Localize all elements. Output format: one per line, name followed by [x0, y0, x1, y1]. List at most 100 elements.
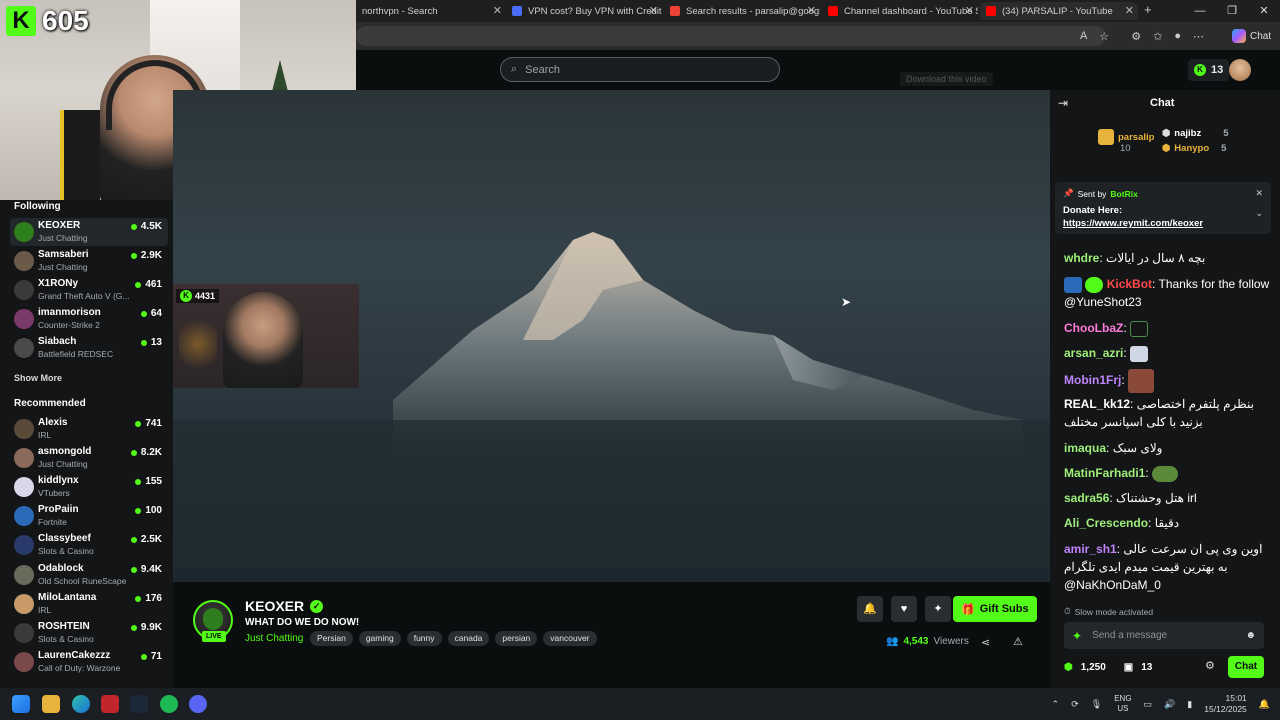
stream-category[interactable]: Just Chatting [245, 633, 303, 644]
volume-icon[interactable]: 🔊 [1164, 699, 1175, 710]
pinned-message[interactable]: 📌 Sent by BotRix Donate Here: https://ww… [1055, 182, 1271, 234]
steam-icon[interactable] [130, 695, 148, 713]
sparkle-icon[interactable]: ✦ [1072, 629, 1082, 643]
tag[interactable]: funny [406, 631, 442, 646]
tag[interactable]: canada [447, 631, 490, 646]
chat-username[interactable]: imaqua [1064, 441, 1106, 455]
search-input[interactable]: ⌕ Search [500, 57, 780, 82]
display-icon[interactable]: ▭ [1144, 699, 1153, 710]
chat-username[interactable]: REAL_kk12 [1064, 397, 1130, 411]
close-icon[interactable]: ✕ [1125, 4, 1134, 17]
battery-icon[interactable]: ▮ [1187, 699, 1192, 710]
browser-tab[interactable]: Channel dashboard - YouTube St... ✕ [822, 2, 978, 20]
channel-category: Fortnite [38, 517, 67, 527]
collections-icon[interactable]: ✩ [1153, 30, 1162, 43]
close-icon[interactable]: ✕ [965, 4, 974, 17]
browser-tab[interactable]: Search results - parsalip@google... ✕ [664, 2, 820, 20]
tag[interactable]: vancouver [543, 631, 597, 646]
browser-tab[interactable]: northvpn - Search ✕ [356, 2, 506, 20]
more-icon[interactable]: ⋯ [1193, 30, 1204, 43]
points-badge[interactable]: K 13 [1188, 59, 1230, 81]
viewers-icon: 👥 [886, 636, 899, 647]
emoji-icon[interactable]: ☻ [1245, 630, 1256, 641]
gift-subs-button[interactable]: 🎁 Gift Subs [953, 596, 1037, 622]
chat-username[interactable]: arsan_azri [1064, 346, 1123, 360]
sidebar-channel[interactable]: MiloLantana IRL 176 [10, 590, 168, 618]
tag[interactable]: Persian [310, 631, 353, 646]
sidebar-channel[interactable]: kiddlynx VTubers 155 [10, 473, 168, 501]
chat-username[interactable]: amir_sh1 [1064, 542, 1117, 556]
file-explorer-icon[interactable] [42, 695, 60, 713]
language-indicator[interactable]: ENG US [1114, 694, 1131, 714]
leader-entry[interactable]: ⬢ najibz 5 [1162, 128, 1229, 139]
footer-count[interactable]: 13 [1141, 662, 1152, 673]
leader-entry[interactable]: ⬢ Hanypo 5 [1162, 143, 1226, 154]
notification-bell-icon[interactable]: 🔔 [857, 596, 883, 622]
read-aloud-icon[interactable]: A [1080, 30, 1087, 42]
sidebar-channel[interactable]: asmongold Just Chatting 8.2K [10, 444, 168, 472]
chat-username[interactable]: KickBot [1107, 277, 1152, 291]
donate-link[interactable]: https://www.reymit.com/keoxer [1063, 218, 1203, 229]
follow-heart-icon[interactable]: ♥ [891, 596, 917, 622]
unpin-icon[interactable]: ✕ [1255, 188, 1263, 199]
chat-username[interactable]: whdre [1064, 251, 1099, 265]
tag[interactable]: persian [495, 631, 538, 646]
sidebar-channel[interactable]: imanmorison Counter-Strike 2 64 [10, 305, 168, 333]
close-icon[interactable]: ✕ [493, 4, 502, 17]
sidebar-channel[interactable]: Samsaberi Just Chatting 2.9K [10, 247, 168, 275]
maximize-icon[interactable]: ❐ [1216, 0, 1248, 22]
clock[interactable]: 15:01 15/12/2025 [1204, 693, 1247, 715]
chat-settings-icon[interactable]: ⚙ [1205, 659, 1215, 672]
network-icon[interactable]: ⟳ [1071, 699, 1079, 710]
windows-start-icon[interactable] [12, 695, 30, 713]
tab-title: (34) PARSALIP - YouTube [1002, 5, 1113, 17]
copilot-button[interactable]: Chat [1232, 26, 1271, 46]
share-icon[interactable]: ⋖ [981, 636, 990, 649]
show-more-link[interactable]: Show More [14, 373, 62, 383]
chat-username[interactable]: MatinFarhadi1 [1064, 466, 1145, 480]
profile-icon[interactable]: ● [1174, 30, 1181, 42]
new-tab-icon[interactable]: + [1144, 2, 1152, 17]
chat-username[interactable]: ChooLbaZ [1064, 321, 1123, 335]
report-icon[interactable]: ⚠ [1013, 635, 1023, 648]
chevron-up-icon[interactable]: ⌃ [1052, 699, 1060, 710]
collapse-chat-icon[interactable]: ⇥ [1058, 96, 1068, 110]
sidebar-channel[interactable]: X1RONy Grand Theft Auto V (G... 461 [10, 276, 168, 304]
browser-tab-active[interactable]: (34) PARSALIP - YouTube ✕ [980, 2, 1138, 20]
sidebar-channel[interactable]: ROSHTEIN Slots & Casino 9.9K [10, 619, 168, 647]
minimize-icon[interactable]: — [1184, 0, 1216, 22]
download-video-hint[interactable]: Download this video [900, 72, 993, 86]
chat-username[interactable]: sadra56 [1064, 491, 1109, 505]
close-icon[interactable]: ✕ [807, 4, 816, 17]
sidebar-channel[interactable]: Odablock Old School RuneScape 9.4K [10, 561, 168, 589]
favorite-star-icon[interactable]: ☆ [1099, 30, 1109, 43]
microphone-icon[interactable]: 🎙 [1091, 699, 1102, 710]
sidebar-channel[interactable]: Classybeef Slots & Casino 2.5K [10, 531, 168, 559]
sidebar-channel[interactable]: KEOXER Just Chatting 4.5K [10, 218, 168, 246]
url-field[interactable] [356, 26, 1106, 46]
clock-time: 15:01 [1225, 693, 1247, 703]
chat-username[interactable]: Ali_Crescendo [1064, 516, 1148, 530]
close-icon[interactable]: ✕ [649, 4, 658, 17]
sidebar-channel[interactable]: LaurenCakezzz Call of Duty: Warzone 71 [10, 648, 168, 676]
close-window-icon[interactable]: ✕ [1248, 0, 1280, 22]
sidebar-channel[interactable]: Alexis IRL 741 [10, 415, 168, 443]
chat-input[interactable]: ✦ Send a message ☻ [1064, 622, 1264, 649]
clip-icon[interactable]: ✦ [925, 596, 951, 622]
spotify-icon[interactable] [160, 695, 178, 713]
browser-tab[interactable]: VPN cost? Buy VPN with Credit C... ✕ [506, 2, 662, 20]
discord-icon[interactable] [189, 695, 207, 713]
tag[interactable]: gaming [358, 631, 401, 646]
streamer-name[interactable]: KEOXER ✓ [245, 598, 324, 614]
app-icon[interactable] [101, 695, 119, 713]
edge-browser-icon[interactable] [72, 695, 90, 713]
user-avatar[interactable] [1229, 59, 1251, 81]
chat-username[interactable]: Mobin1Frj [1064, 373, 1121, 387]
notification-icon[interactable]: 🔔 [1259, 699, 1270, 710]
sidebar-channel[interactable]: ProPaiin Fortnite 100 [10, 502, 168, 530]
footer-points[interactable]: 1,250 [1081, 662, 1106, 673]
send-chat-button[interactable]: Chat [1228, 656, 1264, 678]
chevron-down-icon[interactable]: ⌄ [1255, 208, 1263, 219]
sidebar-channel[interactable]: Siabach Battlefield REDSEC 13 [10, 334, 168, 362]
extensions-icon[interactable]: ⚙ [1131, 30, 1141, 43]
